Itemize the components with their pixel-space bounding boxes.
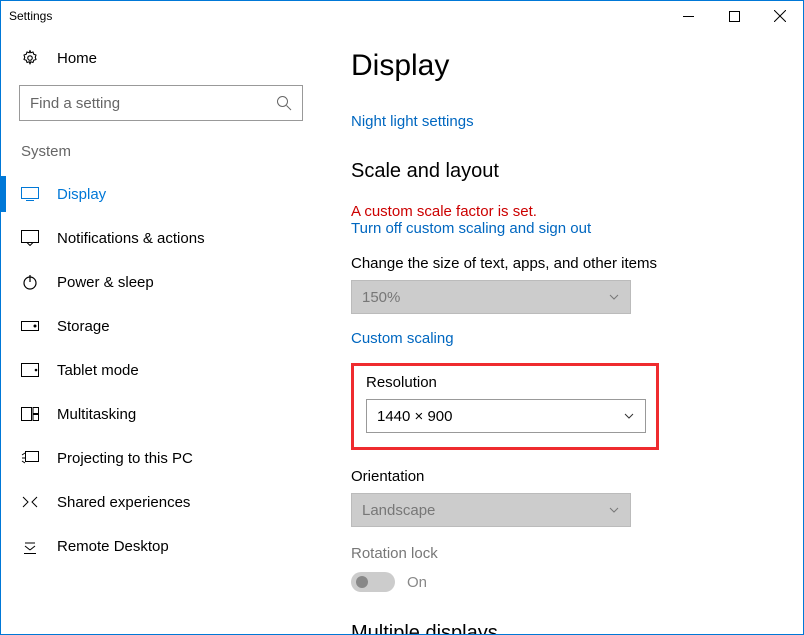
custom-scaling-link[interactable]: Custom scaling — [351, 330, 773, 347]
sidebar-item-remote[interactable]: Remote Desktop — [1, 524, 321, 568]
size-value: 150% — [362, 289, 400, 306]
sidebar-item-label: Power & sleep — [57, 274, 154, 291]
sidebar-item-label: Tablet mode — [57, 362, 139, 379]
sidebar-item-label: Shared experiences — [57, 494, 190, 511]
maximize-icon — [729, 11, 740, 22]
shared-icon — [21, 493, 39, 511]
sidebar-item-label: Multitasking — [57, 406, 136, 423]
multiple-displays-title: Multiple displays — [351, 622, 773, 634]
nav-list: Display Notifications & actions Power & … — [1, 172, 321, 568]
scale-section-title: Scale and layout — [351, 160, 773, 183]
chevron-down-icon — [623, 410, 635, 422]
chevron-down-icon — [608, 504, 620, 516]
chevron-down-icon — [608, 291, 620, 303]
night-light-link[interactable]: Night light settings — [351, 113, 773, 130]
storage-icon — [21, 317, 39, 335]
toggle-knob — [356, 576, 368, 588]
close-icon — [774, 10, 786, 22]
page-title: Display — [351, 49, 773, 83]
search-icon — [276, 95, 292, 111]
projecting-icon — [21, 449, 39, 467]
close-button[interactable] — [757, 1, 803, 31]
notifications-icon — [21, 229, 39, 247]
home-button[interactable]: Home — [1, 39, 321, 77]
settings-window: Settings Home — [0, 0, 804, 635]
rotation-lock-toggle-row: On — [351, 572, 773, 592]
tablet-icon — [21, 361, 39, 379]
resolution-dropdown[interactable]: 1440 × 900 — [366, 399, 646, 433]
search-box — [19, 85, 303, 121]
rotation-lock-value: On — [407, 574, 427, 591]
power-icon — [21, 273, 39, 291]
sidebar-item-label: Notifications & actions — [57, 230, 205, 247]
rotation-lock-toggle — [351, 572, 395, 592]
category-label: System — [1, 139, 321, 172]
maximize-button[interactable] — [711, 1, 757, 31]
orientation-label: Orientation — [351, 468, 773, 485]
sidebar-item-shared[interactable]: Shared experiences — [1, 480, 321, 524]
resolution-highlight: Resolution 1440 × 900 — [351, 363, 659, 450]
sidebar-item-label: Storage — [57, 318, 110, 335]
minimize-icon — [683, 11, 694, 22]
search-input[interactable] — [30, 95, 276, 112]
size-dropdown: 150% — [351, 280, 631, 314]
remote-icon — [21, 537, 39, 555]
resolution-label: Resolution — [366, 374, 642, 391]
gear-icon — [21, 49, 39, 67]
orientation-dropdown: Landscape — [351, 493, 631, 527]
orientation-value: Landscape — [362, 502, 435, 519]
minimize-button[interactable] — [665, 1, 711, 31]
sidebar-item-projecting[interactable]: Projecting to this PC — [1, 436, 321, 480]
sidebar-item-storage[interactable]: Storage — [1, 304, 321, 348]
sidebar-item-power[interactable]: Power & sleep — [1, 260, 321, 304]
sidebar-item-display[interactable]: Display — [1, 172, 321, 216]
window-title: Settings — [9, 9, 52, 23]
display-icon — [21, 185, 39, 203]
sidebar: Home System Display — [1, 31, 321, 634]
sidebar-item-notifications[interactable]: Notifications & actions — [1, 216, 321, 260]
rotation-lock-label: Rotation lock — [351, 545, 773, 562]
home-label: Home — [57, 50, 97, 67]
sidebar-item-tablet[interactable]: Tablet mode — [1, 348, 321, 392]
sidebar-item-multitasking[interactable]: Multitasking — [1, 392, 321, 436]
size-label: Change the size of text, apps, and other… — [351, 255, 773, 272]
resolution-value: 1440 × 900 — [377, 408, 453, 425]
main-panel: Display Night light settings Scale and l… — [321, 31, 803, 634]
search-wrap — [1, 77, 321, 139]
titlebar: Settings — [1, 1, 803, 31]
sidebar-item-label: Display — [57, 186, 106, 203]
titlebar-buttons — [665, 1, 803, 31]
content-area: Home System Display — [1, 31, 803, 634]
turn-off-scaling-link[interactable]: Turn off custom scaling and sign out — [351, 220, 773, 237]
sidebar-item-label: Projecting to this PC — [57, 450, 193, 467]
scale-warning: A custom scale factor is set. — [351, 203, 773, 220]
sidebar-item-label: Remote Desktop — [57, 538, 169, 555]
multitasking-icon — [21, 405, 39, 423]
